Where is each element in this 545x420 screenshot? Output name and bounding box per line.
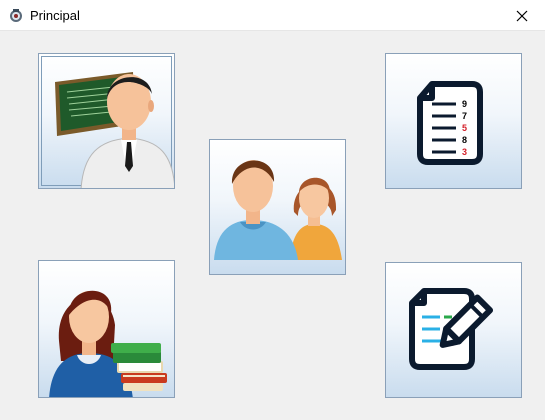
- grade-number: 9: [462, 99, 467, 109]
- students-button[interactable]: [209, 139, 346, 275]
- students-icon: [214, 160, 342, 260]
- librarian-button[interactable]: [38, 260, 175, 398]
- grade-number: 8: [462, 135, 467, 145]
- window-title: Principal: [30, 8, 80, 23]
- grades-report-button[interactable]: 9 7 5 8 3: [385, 53, 522, 189]
- grade-number: 3: [462, 147, 467, 157]
- grades-document-icon: 9 7 5 8 3: [417, 81, 483, 165]
- teacher-at-blackboard-icon: [55, 72, 174, 188]
- grade-number: 7: [462, 111, 467, 121]
- teacher-button[interactable]: [38, 53, 175, 189]
- close-button[interactable]: [499, 0, 545, 31]
- grade-number: 5: [462, 123, 467, 133]
- coat-of-arms-icon: [10, 9, 22, 22]
- edit-document-icon: [409, 288, 494, 370]
- title-bar: Principal: [0, 0, 545, 31]
- close-icon: [516, 10, 528, 21]
- edit-grades-button[interactable]: [385, 262, 522, 398]
- woman-with-books-icon: [49, 290, 167, 397]
